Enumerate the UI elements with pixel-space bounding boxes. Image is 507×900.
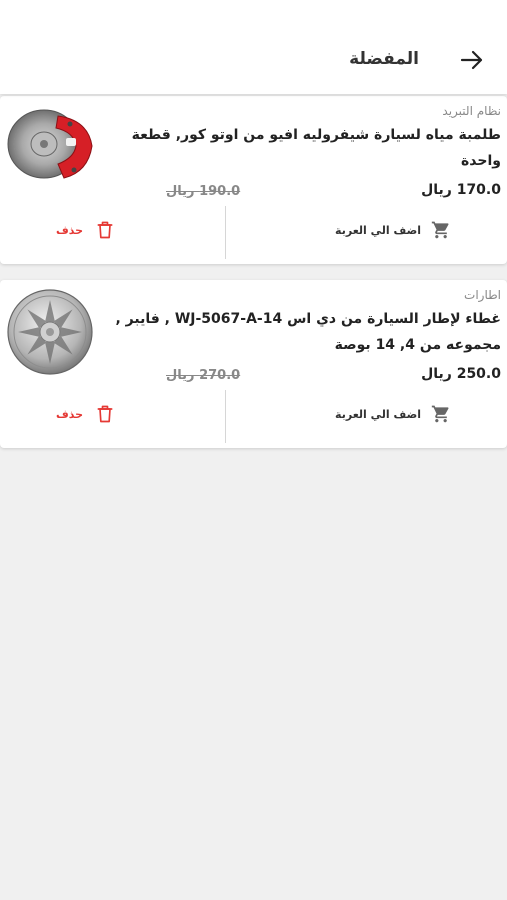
delete-button[interactable]: حذف (56, 220, 115, 240)
app-header: المفضلة (0, 0, 507, 94)
wheel-cover-image[interactable] (4, 286, 98, 376)
delete-label: حذف (56, 407, 84, 421)
delete-label: حذف (56, 223, 84, 237)
product-category: اطارات (464, 288, 501, 302)
trash-icon (97, 221, 113, 239)
arrow-right-icon[interactable] (459, 47, 485, 73)
favorite-card: نظام التبريد طلمبة مياه لسيارة شيفروليه … (0, 96, 507, 264)
trash-icon (97, 405, 113, 423)
delete-button[interactable]: حذف (56, 404, 115, 424)
add-to-cart-button[interactable]: اضف الي العربة (335, 404, 451, 424)
product-old-price: 270.0 ريال (166, 368, 241, 383)
product-price: 250.0 ريال (421, 366, 501, 382)
product-name[interactable]: طلمبة مياه لسيارة شيفروليه افيو من اوتو … (111, 122, 501, 174)
add-to-cart-label: اضف الي العربة (335, 223, 421, 237)
divider (225, 206, 226, 259)
favorite-card: اطارات غطاء لإطار السيارة من دي اس WJ-50… (0, 280, 507, 448)
product-category: نظام التبريد (442, 104, 501, 118)
add-to-cart-button[interactable]: اضف الي العربة (335, 220, 451, 240)
page-title: المفضلة (349, 49, 419, 69)
cart-icon (431, 405, 449, 423)
divider (225, 390, 226, 443)
cart-icon (431, 221, 449, 239)
brake-disc-caliper-image[interactable] (4, 102, 98, 192)
product-price: 170.0 ريال (421, 182, 501, 198)
product-name[interactable]: غطاء لإطار السيارة من دي اس WJ-5067-A-14… (111, 306, 501, 358)
add-to-cart-label: اضف الي العربة (335, 407, 421, 421)
product-old-price: 190.0 ريال (166, 184, 241, 199)
